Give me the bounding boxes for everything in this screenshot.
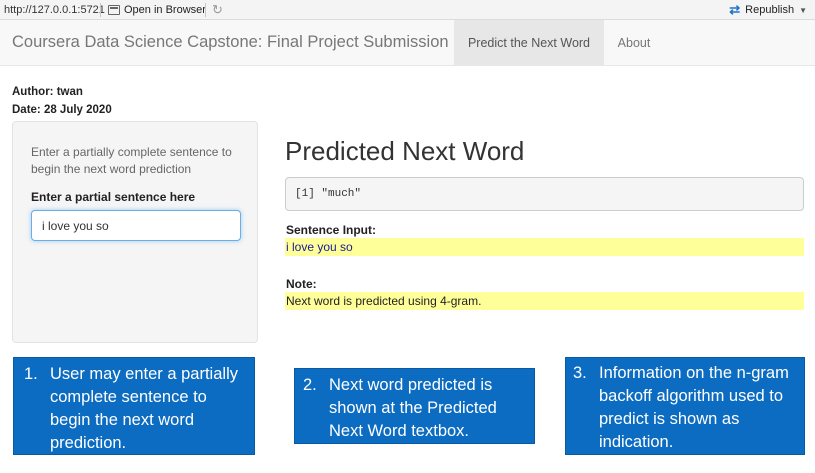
partial-sentence-input[interactable] (31, 210, 241, 241)
toolbar-divider (205, 3, 206, 17)
callout-1: 1. User may enter a partially complete s… (13, 357, 255, 455)
navbar: Coursera Data Science Capstone: Final Pr… (0, 20, 815, 66)
note-value: Next word is predicted using 4-gram. (285, 292, 804, 310)
callout-3: 3. Information on the n-gram backoff alg… (565, 357, 805, 455)
callout-text: Information on the n-gram backoff algori… (599, 364, 789, 451)
tab-label: About (617, 35, 651, 50)
tab-about[interactable]: About (604, 20, 664, 65)
prediction-output: [1] "much" (285, 177, 804, 211)
caret-down-icon[interactable]: ▼ (799, 6, 807, 15)
navbar-brand[interactable]: Coursera Data Science Capstone: Final Pr… (12, 33, 449, 52)
callout-number: 2. (303, 376, 317, 394)
open-in-browser-label: Open in Browser (124, 4, 206, 16)
callout-number: 1. (24, 365, 38, 383)
tab-label: Predict the Next Word (467, 35, 591, 50)
republish-icon: ⇄ (729, 2, 741, 17)
republish-label: Republish (745, 4, 795, 16)
window-icon (108, 5, 120, 15)
help-text: Enter a partially complete sentence to b… (31, 145, 232, 176)
input-label: Enter a partial sentence here (31, 190, 196, 204)
callout-number: 3. (573, 364, 587, 382)
callout-text: Next word predicted is shown at the Pred… (329, 376, 497, 440)
date-text: Date: 28 July 2020 (12, 104, 112, 116)
page-title: Predicted Next Word (285, 136, 525, 166)
refresh-icon[interactable]: ↻ (212, 2, 223, 18)
sentence-input-value: i love you so (285, 238, 804, 256)
tab-predict-next-word[interactable]: Predict the Next Word (454, 20, 604, 65)
author-text: Author: twan (12, 86, 83, 98)
url-text[interactable]: http://127.0.0.1:5721 (4, 4, 105, 16)
sentence-input-label: Sentence Input: (286, 223, 377, 237)
callout-2: 2. Next word predicted is shown at the P… (294, 368, 535, 444)
callout-text: User may enter a partially complete sent… (50, 365, 238, 452)
viewer-toolbar: http://127.0.0.1:5721 Open in Browser ↻ … (0, 0, 815, 20)
toolbar-divider (100, 3, 101, 17)
note-label: Note: (286, 277, 317, 291)
republish-button[interactable]: ⇄ Republish ▼ (729, 2, 807, 18)
sidebar-panel: Enter a partially complete sentence to b… (12, 121, 258, 343)
open-in-browser-button[interactable]: Open in Browser (108, 2, 206, 18)
